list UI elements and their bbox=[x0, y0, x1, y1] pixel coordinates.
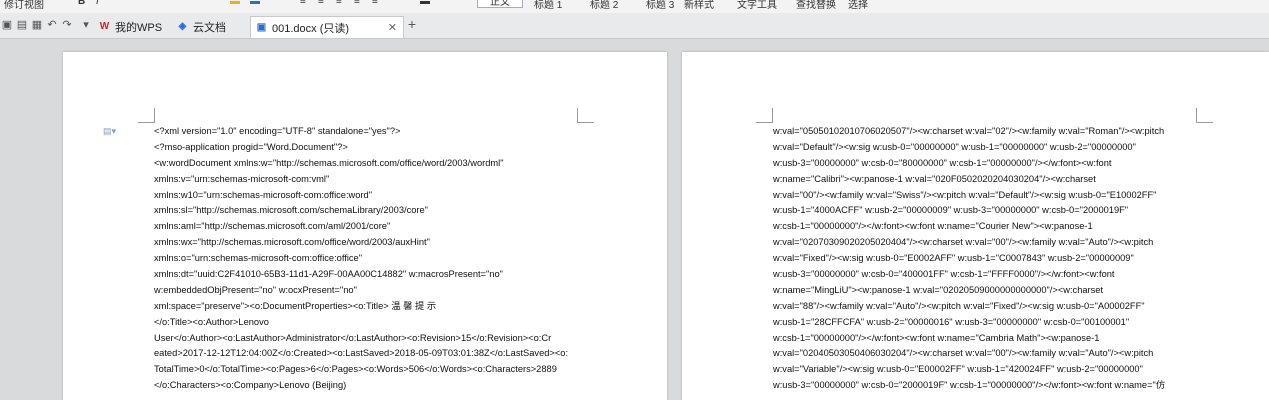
margin-mark-top-right bbox=[577, 108, 594, 123]
margin-mark-top-left bbox=[756, 108, 773, 123]
document-line: w:usb-1="4000ACFF" w:usb-2="00000009" w:… bbox=[773, 205, 1129, 216]
paragraph-menu-icon[interactable]: ▤▾ bbox=[103, 126, 116, 137]
italic-button[interactable]: I bbox=[96, 0, 99, 7]
new-tab-icon[interactable]: + bbox=[405, 17, 419, 31]
document-line: w:usb-3="00000000" w:csb-0="2000019F" w:… bbox=[773, 380, 1166, 391]
align-left-icon[interactable]: ≡ bbox=[300, 0, 306, 7]
document-line: w:val="Variable"/><w:sig w:usb-0="E00002… bbox=[773, 364, 1143, 375]
align-center-icon[interactable]: ≡ bbox=[318, 0, 324, 7]
justify-icon[interactable]: ≡ bbox=[354, 0, 360, 7]
document-line: w:csb-1="00000000"/></w:font><w:font w:n… bbox=[773, 332, 1100, 343]
right-page-text[interactable]: w:val="05050102010706020507"/><w:charset… bbox=[773, 124, 1197, 394]
review-view-button[interactable]: 修订视图 bbox=[4, 0, 44, 11]
document-line: w:usb-3="00000000" w:csb-0="80000000" w:… bbox=[773, 157, 1112, 168]
style-heading-2[interactable]: 标题 2 bbox=[590, 0, 618, 11]
style-normal[interactable]: 正文 bbox=[477, 0, 523, 8]
highlight-icon[interactable]: ▬ bbox=[230, 0, 240, 7]
undo-icon[interactable]: ↶ bbox=[45, 18, 59, 32]
left-page-text[interactable]: <?xml version="1.0" encoding="UTF-8" sta… bbox=[154, 124, 578, 394]
document-line: w:val="88"/><w:family w:val="Auto"/><w:p… bbox=[773, 300, 1145, 311]
document-line: User</o:Author><o:LastAuthor>Administrat… bbox=[154, 332, 552, 343]
document-line: </o:Characters><o:Company>Lenovo (Beijin… bbox=[154, 380, 347, 391]
document-line: xmlns:w10="urn:schemas-microsoft-com:off… bbox=[154, 189, 373, 200]
document-line: w:val="Default"/><w:sig w:usb-0="0000000… bbox=[773, 141, 1136, 152]
document-line: w:val="05050102010706020507"/><w:charset… bbox=[773, 126, 1165, 136]
document-line: xmlns:v="urn:schemas-microsoft-com:vml" bbox=[154, 173, 330, 184]
print-preview-icon[interactable]: ▤ bbox=[15, 18, 29, 32]
quick-access-dropdown-icon[interactable]: ▾ bbox=[79, 18, 93, 32]
shading-icon[interactable]: ▬ bbox=[420, 0, 430, 7]
docx-icon: ▣ bbox=[256, 22, 267, 33]
tab-label: 云文档 bbox=[193, 21, 226, 34]
document-line: <?mso-application progid="Word.Document"… bbox=[154, 141, 348, 152]
text-tools-button[interactable]: 文字工具 bbox=[737, 0, 777, 11]
new-style-button[interactable]: 新样式 bbox=[684, 0, 714, 11]
find-replace-button[interactable]: 查找替换 bbox=[796, 0, 836, 11]
tab-my-wps[interactable]: W 我的WPS bbox=[98, 16, 162, 37]
cloud-doc-icon: ◈ bbox=[178, 21, 187, 32]
distribute-icon[interactable]: ≡ bbox=[372, 0, 378, 7]
document-tab-bar: ▣ ▤ ▦ ↶ ↷ ▾ W 我的WPS ◈ 云文档 ▣ 001.docx (只读… bbox=[0, 13, 1269, 39]
tab-label: 001.docx (只读) bbox=[272, 22, 350, 35]
document-line: </o:Title><o:Author>Lenovo bbox=[154, 316, 269, 327]
tab-label: 我的WPS bbox=[115, 21, 163, 34]
document-line: w:val="Fixed"/><w:sig w:usb-0="E0002AFF"… bbox=[773, 253, 1134, 264]
document-line: w:name="MingLiU"><w:panose-1 w:val="0202… bbox=[773, 284, 1104, 295]
tab-cloud-docs[interactable]: ◈ 云文档 bbox=[176, 16, 226, 37]
style-heading-1[interactable]: 标题 1 bbox=[534, 0, 562, 11]
select-button[interactable]: 选择 bbox=[848, 0, 868, 11]
document-line: xmlns:sl="http://schemas.microsoft.com/s… bbox=[154, 205, 428, 216]
document-line: <?xml version="1.0" encoding="UTF-8" sta… bbox=[154, 126, 401, 136]
ribbon-strip: 修订视图 B I ▬ ▬ ≡ ≡ ≡ ≡ ≡ ▬ 正文 标题 1 标题 2 标题… bbox=[0, 0, 1269, 13]
style-heading-3[interactable]: 标题 3 bbox=[646, 0, 674, 11]
document-line: w:usb-3="00000000" w:csb-0="400001FF" w:… bbox=[773, 269, 1115, 280]
wps-icon: W bbox=[99, 21, 110, 32]
redo-icon[interactable]: ↷ bbox=[60, 18, 74, 32]
document-line: w:embeddedObjPresent="no" w:ocxPresent="… bbox=[154, 284, 357, 295]
align-right-icon[interactable]: ≡ bbox=[336, 0, 342, 7]
document-line: w:val="00"/><w:family w:val="Swiss"/><w:… bbox=[773, 189, 1157, 200]
document-line: TotalTime>0</o:TotalTime><o:Pages>6</o:P… bbox=[154, 364, 557, 375]
document-line: w:csb-1="00000000"/></w:font><w:font w:n… bbox=[773, 221, 1093, 232]
document-line: xml:space="preserve"><o:DocumentProperti… bbox=[154, 300, 437, 311]
tab-001-docx[interactable]: ▣ 001.docx (只读) ✕ bbox=[250, 16, 404, 38]
document-line: eated>2017-12-12T12:04:00Z</o:Created><o… bbox=[154, 348, 569, 359]
margin-mark-top-right bbox=[1196, 108, 1213, 123]
document-line: xmlns:o="urn:schemas-microsoft-com:offic… bbox=[154, 253, 363, 264]
bold-button[interactable]: B bbox=[78, 0, 85, 7]
print-icon[interactable]: ▦ bbox=[30, 18, 44, 32]
save-icon[interactable]: ▣ bbox=[0, 18, 14, 32]
margin-mark-top-left bbox=[138, 108, 155, 123]
document-line: xmlns:dt="uuid:C2F41010-65B3-11d1-A29F-0… bbox=[154, 269, 503, 280]
close-tab-icon[interactable]: ✕ bbox=[388, 21, 397, 34]
document-line: w:val="02040503050406030204"/><w:charset… bbox=[773, 348, 1154, 359]
document-line: w:usb-1="28CFFCFA" w:usb-2="00000016" w:… bbox=[773, 316, 1130, 327]
document-line: <w:wordDocument xmlns:w="http://schemas.… bbox=[154, 157, 504, 168]
document-line: xmlns:aml="http://schemas.microsoft.com/… bbox=[154, 221, 391, 232]
document-line: xmlns:wx="http://schemas.microsoft.com/o… bbox=[154, 237, 430, 248]
document-line: w:name="Calibri"><w:panose-1 w:val="020F… bbox=[773, 173, 1096, 184]
font-color-icon[interactable]: ▬ bbox=[250, 0, 260, 7]
document-line: w:val="02070309020205020404"/><w:charset… bbox=[773, 237, 1154, 248]
